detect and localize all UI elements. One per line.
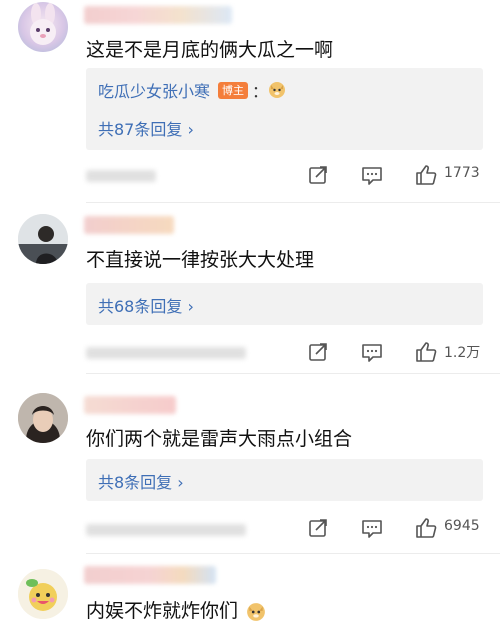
comment-text: 不直接说一律按张大大处理 [86, 249, 315, 271]
comment-item: 内娱不炸就炸你们 [0, 555, 500, 629]
timestamp-location-blurred [86, 524, 246, 536]
comment-icon[interactable] [360, 340, 384, 364]
comment-item: 这是不是月底的俩大瓜之一啊 吃瓜少女张小寒 博主 ： 共87条回复 › 1773 [0, 0, 500, 205]
reply-count-link[interactable]: 共8条回复 › [98, 469, 184, 493]
doge-emoji-icon [269, 82, 286, 98]
username-blurred[interactable] [84, 396, 176, 414]
reply-preview-box[interactable]: 共68条回复 › [86, 283, 483, 325]
person-avatar-icon [18, 214, 68, 264]
reply-preview-box[interactable]: 吃瓜少女张小寒 博主 ： 共87条回复 › [86, 68, 483, 150]
bunny-avatar-icon [30, 3, 56, 45]
username-blurred[interactable] [84, 216, 174, 234]
share-icon[interactable] [306, 516, 330, 540]
blogger-badge: 博主 [218, 81, 249, 99]
username-blurred[interactable] [84, 566, 216, 584]
comment-icon[interactable] [360, 516, 384, 540]
like-count: 1.2万 [444, 345, 481, 361]
comment-icon[interactable] [360, 163, 384, 187]
comment-item: 不直接说一律按张大大处理 共68条回复 › 1.2万 [0, 205, 500, 375]
comment-actions: 6945 [306, 516, 496, 540]
avatar[interactable] [18, 214, 68, 264]
reply-count-link[interactable]: 共68条回复 › [98, 293, 194, 317]
comment-item: 你们两个就是雷声大雨点小组合 共8条回复 › 6945 [0, 375, 500, 555]
divider [86, 553, 500, 554]
divider [86, 373, 500, 374]
comment-actions: 1773 [306, 163, 496, 187]
reply-author[interactable]: 吃瓜少女张小寒 [98, 78, 210, 102]
comment-text: 你们两个就是雷声大雨点小组合 [86, 428, 353, 450]
timestamp-location-blurred [86, 347, 246, 359]
reply-preview-box[interactable]: 共8条回复 › [86, 459, 483, 501]
comment-actions: 1.2万 [306, 340, 496, 364]
like-count: 6945 [444, 518, 480, 534]
doge-emoji-icon [247, 602, 265, 621]
person-avatar-icon [18, 393, 68, 443]
avatar[interactable] [18, 569, 68, 619]
thumbs-up-icon[interactable] [414, 340, 438, 364]
timestamp-location-blurred [86, 170, 156, 182]
avatar[interactable] [18, 2, 68, 52]
thumbs-up-icon[interactable] [414, 163, 438, 187]
cartoon-avatar-icon [18, 569, 68, 619]
reply-separator: ： [252, 82, 269, 101]
like-count: 1773 [444, 165, 480, 181]
comment-text-content: 内娱不炸就炸你们 [86, 600, 239, 622]
comment-text: 内娱不炸就炸你们 [86, 596, 266, 623]
share-icon[interactable] [306, 163, 330, 187]
reply-count-link[interactable]: 共87条回复 › [98, 116, 194, 140]
username-blurred[interactable] [84, 6, 232, 24]
divider [86, 202, 500, 203]
share-icon[interactable] [306, 340, 330, 364]
thumbs-up-icon[interactable] [414, 516, 438, 540]
comment-text: 这是不是月底的俩大瓜之一啊 [86, 39, 334, 61]
avatar[interactable] [18, 393, 68, 443]
reply-preview-line[interactable]: 吃瓜少女张小寒 博主 ： [98, 78, 286, 102]
